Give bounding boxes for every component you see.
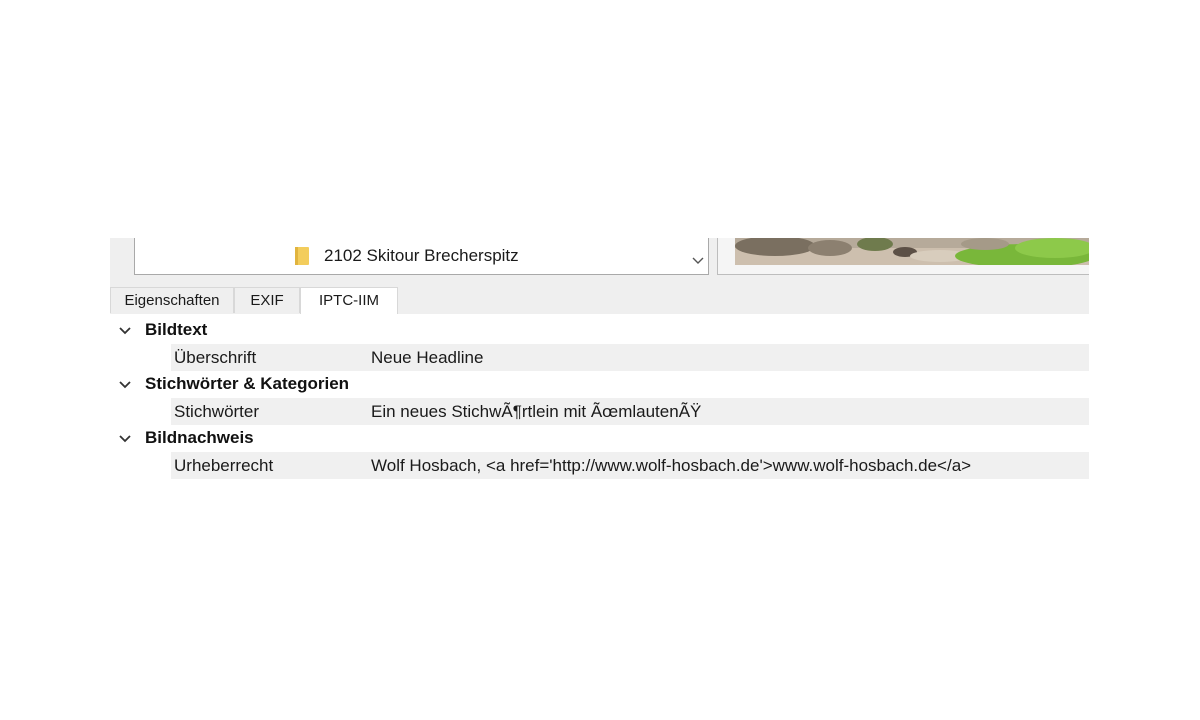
folder-name[interactable]: 2102 Skitour Brecherspitz — [324, 246, 519, 266]
group-title: Stichwörter & Kategorien — [145, 374, 350, 393]
folder-icon — [295, 247, 309, 265]
chevron-down-icon[interactable] — [692, 256, 704, 266]
tab-iptc-iim[interactable]: IPTC-IIM — [300, 287, 398, 314]
property-value[interactable]: Neue Headline — [371, 348, 483, 368]
property-row[interactable]: Überschrift Neue Headline — [171, 344, 1089, 371]
property-row[interactable]: Stichwörter Ein neues StichwÃ¶rtlein mit… — [171, 398, 1089, 425]
tab-eigenschaften[interactable]: Eigenschaften — [110, 287, 234, 313]
folder-selector-border — [134, 238, 135, 275]
tab-exif[interactable]: EXIF — [234, 287, 300, 313]
tab-bar: Eigenschaften EXIF IPTC-IIM — [110, 287, 1089, 314]
property-value[interactable]: Ein neues StichwÃ¶rtlein mit ÃœmlautenÃŸ — [371, 402, 701, 422]
group-stichwoerter-kategorien[interactable]: Stichwörter & Kategorien — [110, 372, 1089, 399]
property-name: Überschrift — [174, 348, 257, 367]
folder-toolbar: 2102 Skitour Brecherspitz — [110, 238, 1089, 287]
property-value[interactable]: Wolf Hosbach, <a href='http://www.wolf-h… — [371, 456, 971, 476]
chevron-down-icon[interactable] — [119, 435, 131, 443]
property-row[interactable]: Urheberrecht Wolf Hosbach, <a href='http… — [171, 452, 1089, 479]
chevron-down-icon[interactable] — [119, 381, 131, 389]
property-name: Stichwörter — [174, 402, 260, 421]
group-bildtext[interactable]: Bildtext — [110, 318, 1089, 345]
group-bildnachweis[interactable]: Bildnachweis — [110, 426, 1089, 453]
group-title: Bildnachweis — [145, 428, 254, 447]
screenshot-stage: 2102 Skitour Brecherspitz Eigenschaften … — [0, 0, 1200, 720]
group-title: Bildtext — [145, 320, 208, 339]
metadata-panel: 2102 Skitour Brecherspitz Eigenschaften … — [110, 238, 1089, 480]
property-name: Urheberrecht — [174, 456, 274, 475]
photo-preview-image[interactable] — [735, 238, 1089, 265]
chevron-down-icon[interactable] — [119, 327, 131, 335]
